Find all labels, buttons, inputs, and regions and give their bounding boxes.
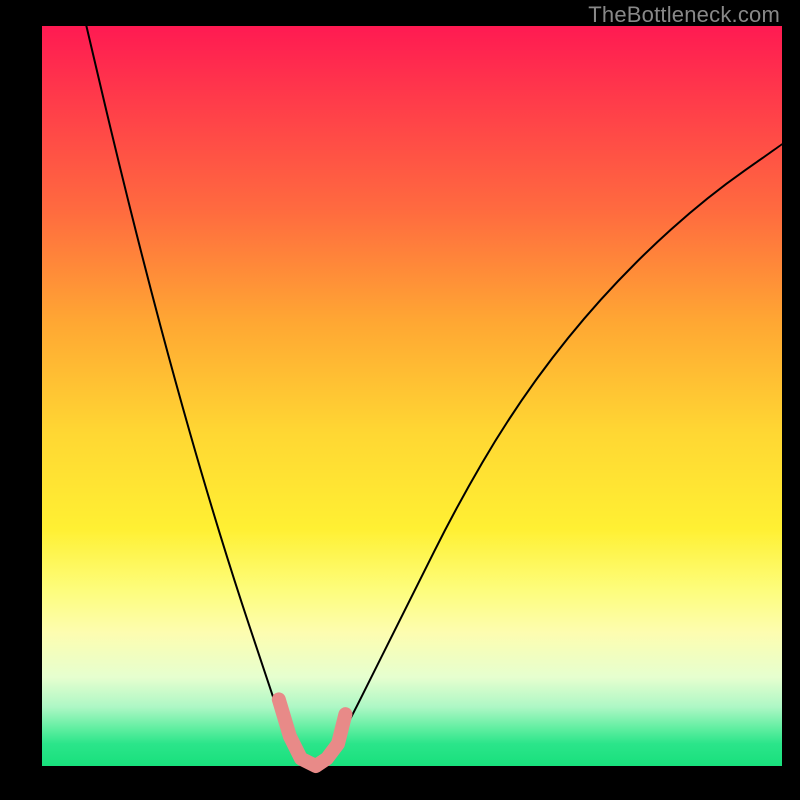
right-curve [323,144,782,766]
watermark-text: TheBottleneck.com [588,2,780,28]
chart-svg [42,26,782,766]
valley-marker [279,699,346,766]
left-curve [86,26,301,766]
